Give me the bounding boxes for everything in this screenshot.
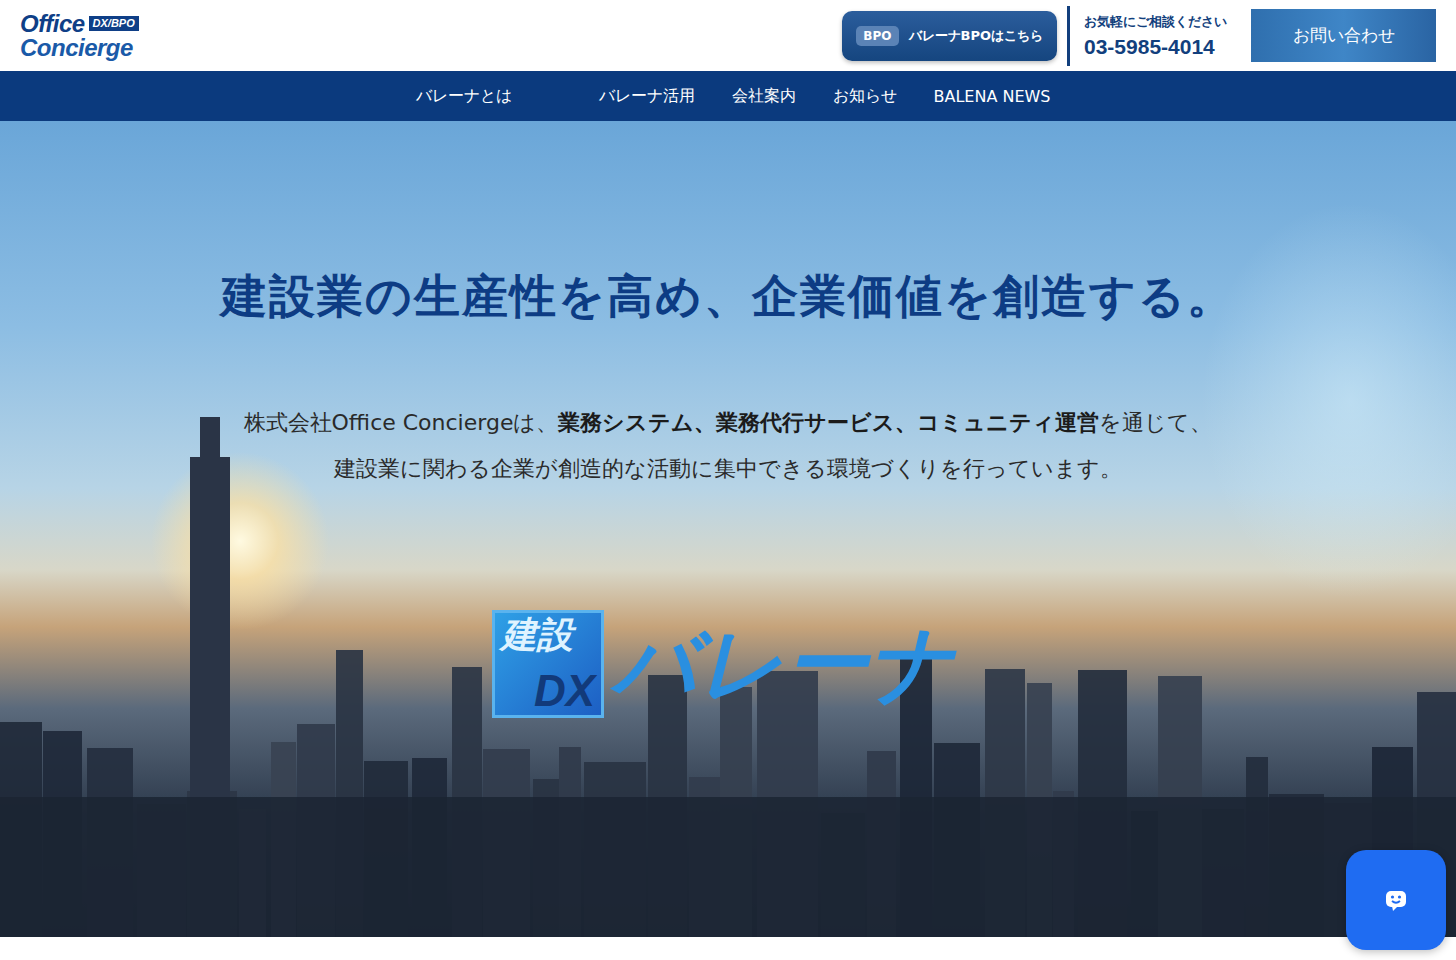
nav-item[interactable]: BALENA NEWS (934, 81, 1051, 112)
network-glow (1200, 201, 1456, 601)
hero-description: 株式会社Office Conciergeは、業務システム、業務代行サービス、コミ… (244, 400, 1213, 492)
nav-item[interactable]: 会社案内 (732, 80, 796, 113)
main-nav: バレーナとは バレーナ活用 会社案内 お知らせ BALENA NEWS (0, 71, 1456, 121)
logo-badge: DX/BPO (89, 16, 139, 31)
brand-box-bottom: DX (501, 669, 595, 713)
bpo-tag: BPO (856, 26, 898, 46)
divider (1067, 6, 1070, 66)
brand-box-top: 建設 (501, 615, 595, 655)
nav-item[interactable]: バレーナとは (416, 80, 512, 113)
chat-bot-icon (1384, 888, 1408, 912)
brand-box: 建設 DX (492, 610, 604, 718)
brand-logo: 建設 DX バレーナ (492, 610, 964, 718)
nav-item[interactable]: バレーナ活用 (599, 80, 695, 113)
phone-number[interactable]: 03-5985-4014 (1084, 35, 1227, 59)
logo-text: Office (20, 12, 85, 36)
logo-text: Concierge (20, 36, 139, 60)
description-text: 建設業に関わる企業が創造的な活動に集中できる環境づくりを行っています。 (334, 456, 1122, 481)
bpo-button[interactable]: BPO バレーナBPOはこちら (842, 11, 1057, 61)
contact-info: お気軽にご相談ください 03-5985-4014 (1084, 13, 1227, 59)
logo-row: Office DX/BPO (20, 12, 139, 36)
page-below (0, 937, 1456, 960)
description-text: 業務システム、業務代行サービス、コミュニティ運営 (558, 410, 1099, 435)
chat-button[interactable] (1346, 850, 1446, 950)
brand-name: バレーナ (612, 614, 964, 715)
contact-caption: お気軽にご相談ください (1084, 13, 1227, 31)
site-header: Office DX/BPO Concierge BPO バレーナBPOはこちら お気軽にご… (0, 0, 1456, 71)
company-logo[interactable]: Office DX/BPO Concierge (20, 12, 139, 60)
sun (150, 451, 330, 631)
description-text: 株式会社Office Conciergeは、 (244, 410, 559, 435)
hero-section: 建設業の生産性を高め、企業価値を創造する。株式会社Office Concierg… (0, 121, 1456, 937)
bpo-label: バレーナBPOはこちら (909, 27, 1044, 45)
description-line: 株式会社Office Conciergeは、業務システム、業務代行サービス、コミ… (244, 400, 1213, 446)
nav-item[interactable]: お知らせ (833, 80, 897, 113)
hero-headline: 建設業の生産性を高め、企業価値を創造する。 (221, 266, 1235, 328)
description-text: を通じて、 (1099, 410, 1212, 435)
inquiry-button[interactable]: お問い合わせ (1251, 9, 1436, 62)
description-line: 建設業に関わる企業が創造的な活動に集中できる環境づくりを行っています。 (334, 446, 1122, 492)
header-actions: BPO バレーナBPOはこちら お気軽にご相談ください 03-5985-4014 お問い… (842, 0, 1436, 71)
hero-content: 建設業の生産性を高め、企業価値を創造する。株式会社Office Concierg… (0, 121, 1456, 718)
